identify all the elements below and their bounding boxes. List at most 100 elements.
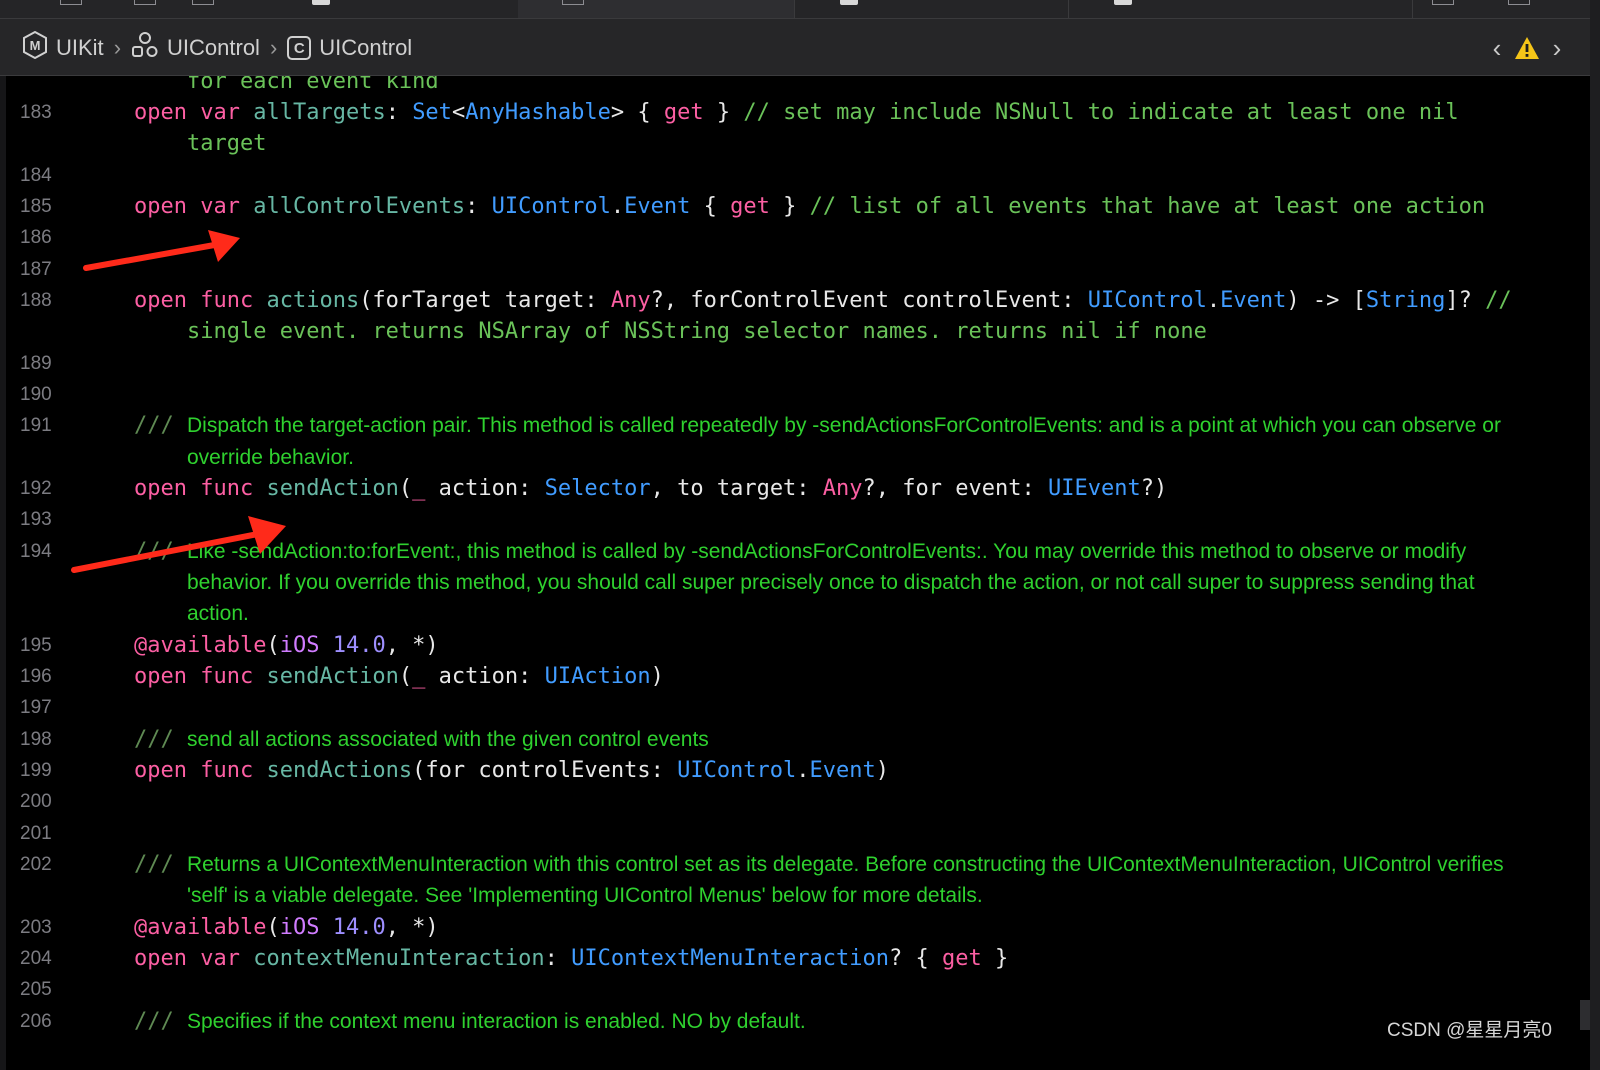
line-number: 193 xyxy=(20,509,52,530)
code-line: 197 xyxy=(0,692,1590,723)
line-number: 191 xyxy=(20,415,52,436)
line-number: 187 xyxy=(20,259,52,280)
chevron-right-icon[interactable]: › xyxy=(1546,33,1568,64)
line-number: 184 xyxy=(20,165,52,186)
doc-comment-text: Returns a UIContextMenuInteraction with … xyxy=(187,853,1504,876)
line-number: 190 xyxy=(20,384,52,405)
code-text: open func sendAction(_ action: UIAction) xyxy=(134,664,664,689)
svg-text:M: M xyxy=(30,38,41,53)
code-line: 188 open func actions(forTarget target: … xyxy=(0,285,1590,316)
tab-bar-control[interactable] xyxy=(60,0,82,5)
code-line: 205 xyxy=(0,974,1590,1005)
doc-comment-text: action. xyxy=(187,602,249,625)
code-line: 204 open var contextMenuInteraction: UIC… xyxy=(0,943,1590,974)
doc-comment-mark: /// xyxy=(134,727,174,752)
doc-comment-mark: /// xyxy=(134,852,174,877)
tab-bar-control[interactable] xyxy=(192,0,214,5)
code-line: 198 /// send all actions associated with… xyxy=(0,724,1590,755)
editor-tab[interactable] xyxy=(278,0,519,18)
code-text: open var contextMenuInteraction: UIConte… xyxy=(134,946,1009,971)
line-number: 189 xyxy=(20,353,52,374)
code-line: 196 open func sendAction(_ action: UIAct… xyxy=(0,661,1590,692)
breadcrumb-label: UIControl xyxy=(319,35,413,60)
code-line: 183 open var allTargets: Set<AnyHashable… xyxy=(0,97,1590,128)
window-edge xyxy=(1590,0,1600,1070)
tab-bar-control[interactable] xyxy=(1432,0,1454,5)
code-line-wrap: 'self' is a viable delegate. See 'Implem… xyxy=(0,880,1590,911)
jump-bar: M UIKit › UIControl › C UIControl ‹ › xyxy=(0,19,1590,76)
annotation-arrow-icon xyxy=(71,516,286,573)
code-text: open var allTargets: Set<AnyHashable> { … xyxy=(134,100,1459,125)
code-line: 185 open var allControlEvents: UIControl… xyxy=(0,191,1590,222)
line-number: 198 xyxy=(20,729,52,750)
doc-comment-text: Like -sendAction:to:forEvent:, this meth… xyxy=(187,540,1467,563)
code-line: 190 xyxy=(0,379,1590,410)
code-text: open var allControlEvents: UIControl.Eve… xyxy=(134,194,1486,219)
code-line xyxy=(0,1037,1590,1068)
issue-navigator: ‹ › xyxy=(1486,33,1568,63)
code-line: 191 /// Dispatch the target-action pair.… xyxy=(0,410,1590,441)
line-number xyxy=(20,1045,60,1055)
code-line: 201 xyxy=(0,818,1590,849)
line-number: 188 xyxy=(20,290,52,311)
class-icon: C xyxy=(287,36,312,60)
line-number: 185 xyxy=(20,196,52,217)
doc-comment-text: Specifies if the context menu interactio… xyxy=(187,1010,806,1033)
file-icon xyxy=(1114,0,1132,5)
doc-comment-text: override behavior. xyxy=(187,446,354,469)
breadcrumb-separator: › xyxy=(113,35,122,60)
breadcrumb-item-uikit[interactable]: M UIKit xyxy=(22,30,104,65)
line-number: 199 xyxy=(20,760,52,781)
code-text: open func sendAction(_ action: Selector,… xyxy=(134,476,1168,501)
line-number: 197 xyxy=(20,697,52,718)
doc-comment-text: send all actions associated with the giv… xyxy=(187,728,709,751)
file-icon xyxy=(312,0,330,5)
code-line: 195 @available(iOS 14.0, *) xyxy=(0,630,1590,661)
folder-group-icon xyxy=(131,31,159,65)
code-line: 203 @available(iOS 14.0, *) xyxy=(0,912,1590,943)
breadcrumb-separator: › xyxy=(269,35,278,60)
chevron-left-icon[interactable]: ‹ xyxy=(1486,33,1508,64)
editor-tab[interactable] xyxy=(1068,0,1413,18)
line-number: 205 xyxy=(20,979,52,1000)
line-number: 186 xyxy=(20,227,52,248)
code-line: 202 /// Returns a UIContextMenuInteracti… xyxy=(0,849,1590,880)
tab-bar-control[interactable] xyxy=(134,0,156,5)
file-icon xyxy=(840,0,858,5)
code-text: open func sendActions(for controlEvents:… xyxy=(134,758,890,783)
source-editor[interactable]: for each event kind 183 open var allTarg… xyxy=(0,76,1590,1070)
doc-comment-text: 'self' is a viable delegate. See 'Implem… xyxy=(187,884,983,907)
annotation-arrow-icon xyxy=(83,230,240,271)
code-line: 199 open func sendActions(for controlEve… xyxy=(0,755,1590,786)
line-number: 200 xyxy=(20,791,52,812)
code-line: 206 /// Specifies if the context menu in… xyxy=(0,1006,1590,1037)
doc-comment-text: behavior. If you override this method, y… xyxy=(187,571,1475,594)
code-line: 192 open func sendAction(_ action: Selec… xyxy=(0,473,1590,504)
warning-icon[interactable] xyxy=(1514,35,1540,61)
code-line: 189 xyxy=(0,348,1590,379)
code-line-wrap: target xyxy=(0,128,1590,159)
code-line: 200 xyxy=(0,786,1590,817)
line-number: 202 xyxy=(20,854,52,875)
doc-comment-mark: /// xyxy=(134,413,174,438)
breadcrumb-label: UIControl xyxy=(167,35,260,60)
editor-tab[interactable] xyxy=(794,0,1069,18)
code-text: @available(iOS 14.0, *) xyxy=(134,633,439,658)
line-number: 206 xyxy=(20,1011,52,1032)
line-number: 192 xyxy=(20,478,52,499)
code-comment: target xyxy=(187,131,267,156)
code-comment: for each event kind xyxy=(187,76,439,94)
editor-tab[interactable] xyxy=(518,0,795,18)
module-icon: M xyxy=(22,30,48,65)
code-line: 184 xyxy=(0,160,1590,191)
breadcrumb-item-uicontrol-group[interactable]: UIControl xyxy=(131,31,260,65)
code-line-wrap: action. xyxy=(0,598,1590,629)
code-line: for each event kind xyxy=(0,76,1590,97)
breadcrumb-item-uicontrol-class[interactable]: C UIControl xyxy=(287,35,412,61)
code-text: open func actions(forTarget target: Any?… xyxy=(134,288,1512,313)
watermark: CSDN @星星月亮0 xyxy=(1387,1020,1552,1041)
tab-bar-control[interactable] xyxy=(562,0,584,5)
line-number: 204 xyxy=(20,948,52,969)
tab-bar-control[interactable] xyxy=(1508,0,1530,5)
scrollbar-thumb[interactable] xyxy=(1580,1000,1590,1030)
